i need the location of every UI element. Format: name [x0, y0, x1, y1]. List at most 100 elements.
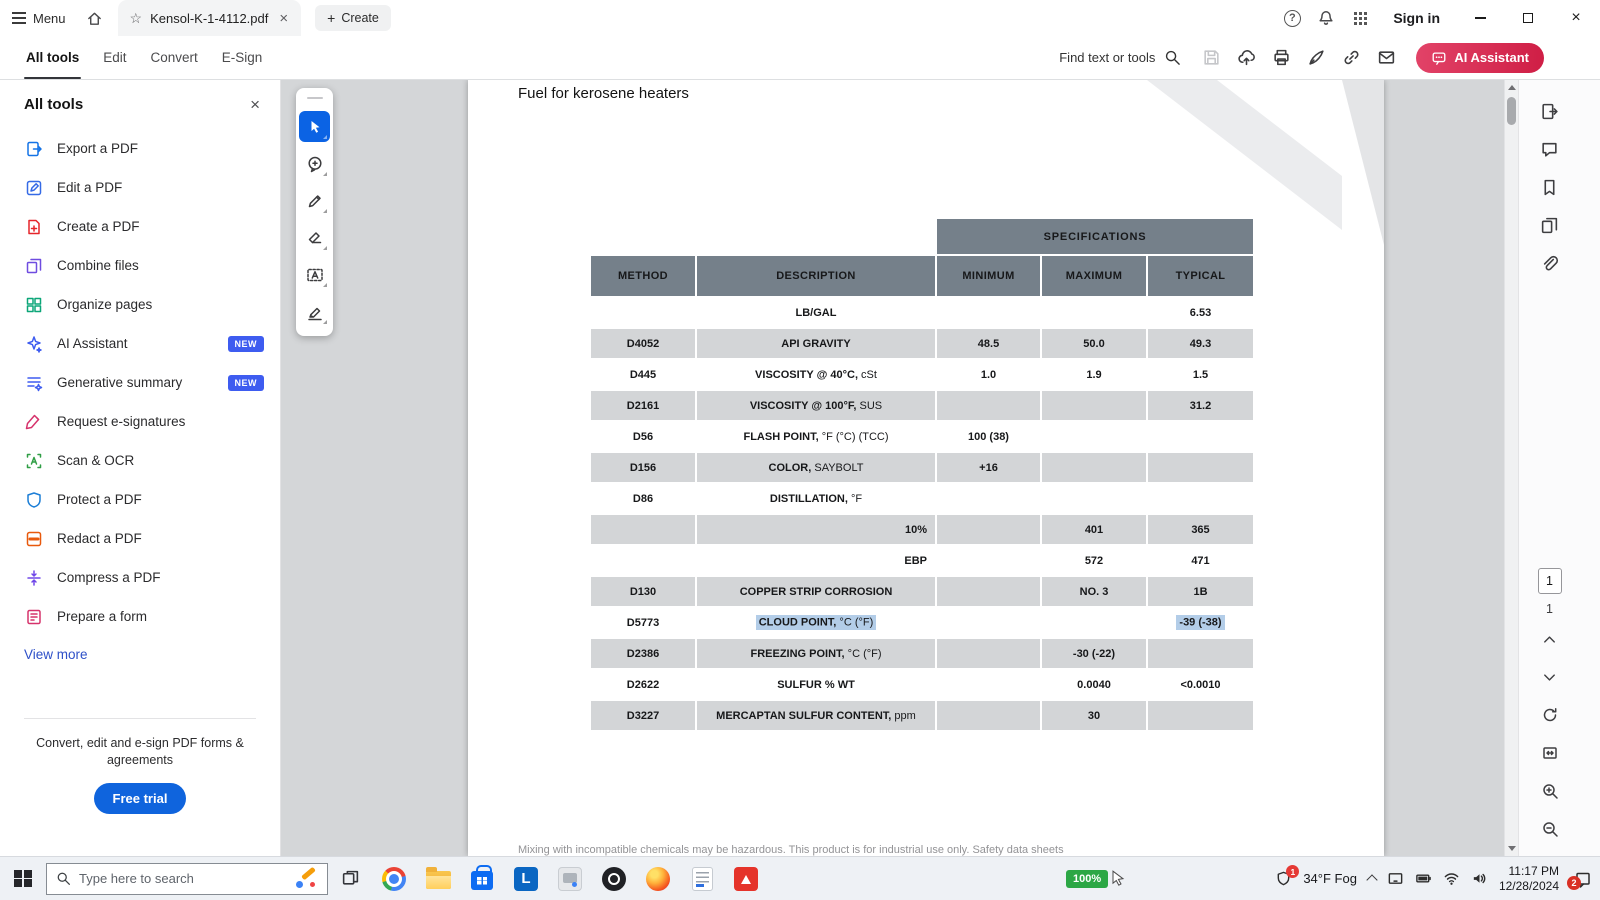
cell-minimum: +16 — [937, 453, 1040, 482]
next-page-button[interactable] — [1533, 660, 1567, 694]
tray-notification-badge: 1 — [1286, 865, 1299, 878]
draw-tool[interactable] — [299, 185, 330, 216]
microsoft-store-button[interactable] — [460, 857, 504, 900]
panel-close-icon[interactable]: × — [250, 96, 260, 113]
create-button[interactable]: + Create — [315, 5, 391, 31]
attachments-panel-button[interactable] — [1533, 246, 1567, 280]
weather-widget[interactable]: 34°F Fog — [1303, 871, 1357, 886]
maximize-button[interactable] — [1504, 0, 1552, 36]
zoom-out-button[interactable] — [1533, 812, 1567, 846]
show-hidden-icons-button[interactable] — [1366, 874, 1377, 885]
tool-item-scan-ocr[interactable]: Scan & OCR — [0, 441, 280, 480]
print-button[interactable] — [1264, 41, 1299, 75]
ai-assistant-button[interactable]: AI Assistant — [1416, 43, 1544, 73]
action-center-button[interactable]: 2 — [1574, 870, 1592, 888]
battery-status-button[interactable] — [1415, 870, 1432, 887]
notifications-button[interactable] — [1309, 0, 1343, 36]
tool-item-combine-files[interactable]: Combine files — [0, 246, 280, 285]
tool-item-organize-pages[interactable]: Organize pages — [0, 285, 280, 324]
free-trial-button[interactable]: Free trial — [94, 783, 187, 814]
toolbar-drag-handle[interactable] — [307, 97, 323, 99]
cell-maximum: 572 — [1042, 546, 1146, 575]
tab-convert[interactable]: Convert — [139, 36, 210, 79]
tab-e-sign[interactable]: E-Sign — [210, 36, 275, 79]
scroll-up-button[interactable] — [1505, 80, 1518, 95]
tool-item-request-e-signatures[interactable]: Request e-signatures — [0, 402, 280, 441]
link-button[interactable] — [1334, 41, 1369, 75]
l-tile-app-button[interactable]: L — [504, 857, 548, 900]
cell-minimum — [937, 639, 1040, 668]
network-button[interactable] — [1443, 870, 1460, 887]
file-explorer-button[interactable] — [416, 857, 460, 900]
tool-item-export-a-pdf[interactable]: Export a PDF — [0, 129, 280, 168]
add-text-tool[interactable] — [299, 259, 330, 290]
star-icon[interactable]: ☆ — [130, 10, 143, 27]
comments-panel-button[interactable] — [1533, 132, 1567, 166]
cell-minimum: 48.5 — [937, 329, 1040, 358]
tool-item-prepare-a-form[interactable]: Prepare a form — [0, 597, 280, 636]
tool-item-redact-a-pdf[interactable]: Redact a PDF — [0, 519, 280, 558]
tool-item-generative-summary[interactable]: Generative summaryNEW — [0, 363, 280, 402]
zoom-in-button[interactable] — [1533, 774, 1567, 808]
microsoft-store-icon — [471, 871, 493, 890]
tool-item-create-a-pdf[interactable]: Create a PDF — [0, 207, 280, 246]
apps-button[interactable] — [1343, 0, 1377, 36]
tablet-mode-button[interactable] — [1387, 870, 1404, 887]
highlight-tool[interactable] — [299, 296, 330, 327]
spec-table-wrap: SPECIFICATIONSMETHODDESCRIPTIONMINIMUMMA… — [589, 217, 1255, 732]
tool-item-label: Generative summary — [57, 375, 182, 390]
email-button[interactable] — [1369, 41, 1404, 75]
find-text-button[interactable]: Find text or tools — [1049, 49, 1191, 66]
cell-maximum: NO. 3 — [1042, 577, 1146, 606]
tool-item-ai-assistant[interactable]: AI AssistantNEW — [0, 324, 280, 363]
chrome-button[interactable] — [372, 857, 416, 900]
cloud-upload-button[interactable] — [1229, 41, 1264, 75]
cell-maximum: 401 — [1042, 515, 1146, 544]
erase-tool[interactable] — [299, 222, 330, 253]
start-button[interactable] — [0, 857, 46, 900]
taskbar-search-input[interactable]: Type here to search — [46, 863, 328, 895]
close-button[interactable]: × — [1552, 0, 1600, 36]
sign-in-button[interactable]: Sign in — [1377, 10, 1456, 26]
acrobat-button[interactable] — [724, 857, 768, 900]
export-panel-button[interactable] — [1533, 94, 1567, 128]
help-button[interactable]: ? — [1275, 0, 1309, 36]
tab-close-icon[interactable]: × — [276, 10, 291, 27]
tray-app-button[interactable]: 1 — [1275, 870, 1292, 887]
photos-app-button[interactable] — [548, 857, 592, 900]
tool-item-protect-a-pdf[interactable]: Protect a PDF — [0, 480, 280, 519]
select-tool[interactable] — [299, 111, 330, 142]
bookmarks-panel-button[interactable] — [1533, 170, 1567, 204]
scroll-down-button[interactable] — [1505, 841, 1518, 856]
taskbar-clock[interactable]: 11:17 PM 12/28/2024 — [1499, 864, 1559, 894]
firefox-button[interactable] — [636, 857, 680, 900]
scrollbar-thumb[interactable] — [1507, 97, 1516, 125]
menu-button[interactable]: Menu — [0, 0, 78, 36]
document-tab[interactable]: ☆ Kensol-K-1-4112.pdf × — [118, 0, 302, 36]
table-row: LB/GAL6.53 — [591, 298, 1253, 327]
tool-item-compress-a-pdf[interactable]: Compress a PDF — [0, 558, 280, 597]
cell-minimum: 1.0 — [937, 360, 1040, 389]
tab-edit[interactable]: Edit — [91, 36, 138, 79]
task-view-icon — [341, 869, 360, 888]
search-highlights-icon[interactable] — [292, 867, 318, 891]
tab-all-tools[interactable]: All tools — [14, 36, 91, 79]
tool-item-edit-a-pdf[interactable]: Edit a PDF — [0, 168, 280, 207]
view-more-link[interactable]: View more — [0, 636, 280, 673]
minimize-button[interactable] — [1456, 0, 1504, 36]
task-view-button[interactable] — [328, 857, 372, 900]
add-comment-tool[interactable] — [299, 148, 330, 179]
save-button[interactable] — [1194, 41, 1229, 75]
previous-page-button[interactable] — [1533, 622, 1567, 656]
page-number-input[interactable]: 1 — [1538, 568, 1562, 594]
media-app-button[interactable] — [592, 857, 636, 900]
vertical-scrollbar[interactable] — [1504, 80, 1518, 856]
notes-app-button[interactable] — [680, 857, 724, 900]
page-thumbnails-panel-button[interactable] — [1533, 208, 1567, 242]
e-sign-button[interactable] — [1299, 41, 1334, 75]
cell-method: D86 — [591, 484, 695, 513]
rotate-page-button[interactable] — [1533, 698, 1567, 732]
volume-button[interactable] — [1471, 870, 1488, 887]
fit-width-button[interactable] — [1533, 736, 1567, 770]
home-button[interactable] — [78, 0, 112, 36]
